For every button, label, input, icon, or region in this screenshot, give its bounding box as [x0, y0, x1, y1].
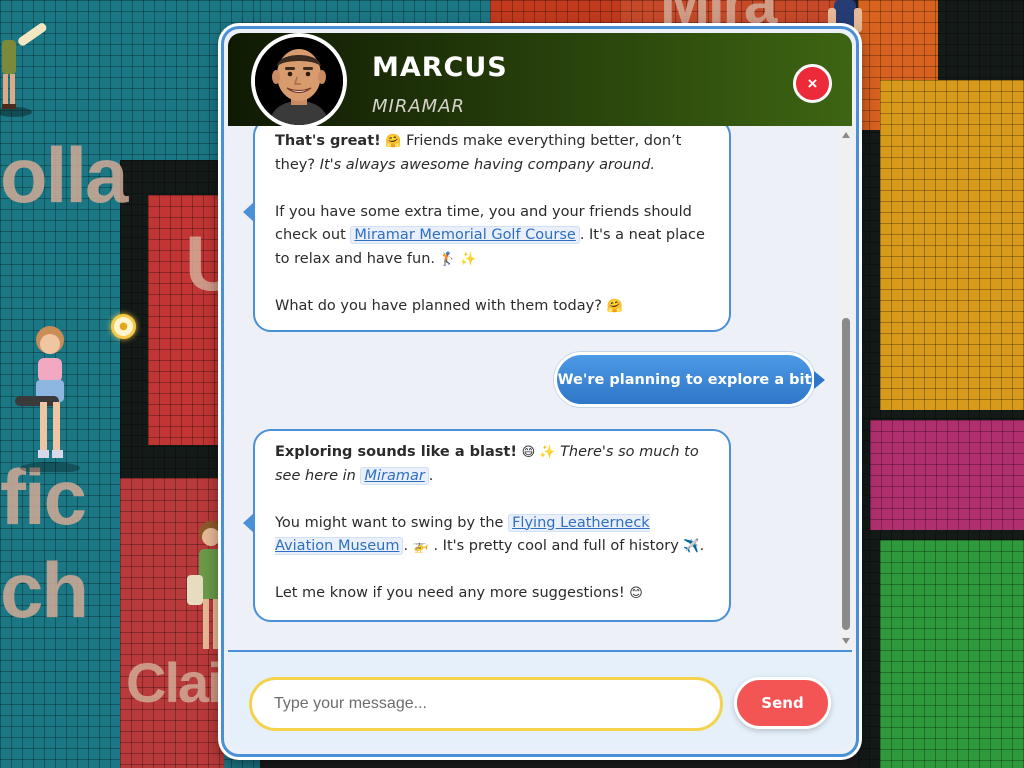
message-list[interactable]: That's great! 🤗 Friends make everything …	[228, 126, 839, 650]
message-text: .	[428, 467, 434, 484]
map-region-teal-top[interactable]	[260, 0, 490, 25]
map-character-shopper[interactable]	[185, 515, 225, 665]
airplane-emoji-icon: ✈️	[683, 539, 700, 554]
scroll-up-arrow-icon[interactable]	[842, 132, 850, 138]
avatar-portrait-icon	[255, 37, 343, 125]
map-region-gold[interactable]	[880, 80, 1024, 410]
send-button[interactable]: Send	[734, 677, 831, 729]
smile-emoji-icon: 😊	[629, 586, 643, 601]
map-region-magenta[interactable]	[870, 420, 1024, 530]
message-composer: Send	[228, 650, 852, 750]
ai-message: Exploring sounds like a blast! 😄 ✨ There…	[243, 429, 731, 622]
user-message: We're planning to explore a bit	[554, 352, 825, 407]
place-link-golf-course[interactable]: Miramar Memorial Golf Course	[350, 226, 580, 244]
message-italic: It's always awesome having company aroun…	[319, 156, 655, 173]
message-text: .	[699, 538, 705, 554]
ai-message: That's great! 🤗 Friends make everything …	[243, 126, 731, 332]
close-chat-button[interactable]: ×	[793, 64, 832, 103]
map-chat-marker-icon[interactable]: ●	[111, 314, 136, 339]
map-label-beach: ch	[0, 546, 89, 634]
message-scrollbar[interactable]	[839, 126, 853, 650]
map-character-surfer[interactable]	[0, 0, 52, 120]
golfer-sparkles-emoji-icon: 🏌️ ✨	[439, 251, 477, 267]
place-link-miramar[interactable]: Miramar	[360, 466, 429, 485]
hug-emoji-icon: 🤗	[606, 298, 623, 314]
user-message-text: We're planning to explore a bit	[557, 371, 812, 388]
message-text: . It's pretty cool and full of history	[433, 538, 679, 554]
message-text: .	[403, 538, 409, 554]
map-label-la-jolla: olla	[0, 131, 128, 219]
message-text: You might want to swing by the	[275, 514, 504, 531]
grin-sparkles-emoji-icon: 😄 ✨	[521, 445, 556, 460]
character-location: MIRAMAR	[372, 96, 466, 117]
message-bold: Exploring sounds like a blast!	[275, 444, 517, 460]
message-input[interactable]	[249, 677, 723, 731]
message-bold: That's great!	[275, 133, 381, 149]
helicopter-emoji-icon: 🚁	[412, 539, 429, 554]
message-text: What do you have planned with them today…	[275, 297, 602, 314]
scroll-thumb[interactable]	[842, 318, 850, 630]
map-region-top-red[interactable]	[490, 0, 620, 25]
chat-dialog: MARCUS MIRAMAR × That's great! 🤗 Friends…	[221, 26, 859, 757]
map-region-green[interactable]	[880, 540, 1024, 768]
hug-emoji-icon: 🤗	[385, 134, 402, 149]
character-name: MARCUS	[372, 52, 508, 83]
scroll-down-arrow-icon[interactable]	[842, 638, 850, 644]
character-avatar	[251, 33, 347, 129]
message-text: Let me know if you need any more suggest…	[275, 585, 625, 601]
map-character-skater-girl[interactable]	[14, 322, 84, 472]
